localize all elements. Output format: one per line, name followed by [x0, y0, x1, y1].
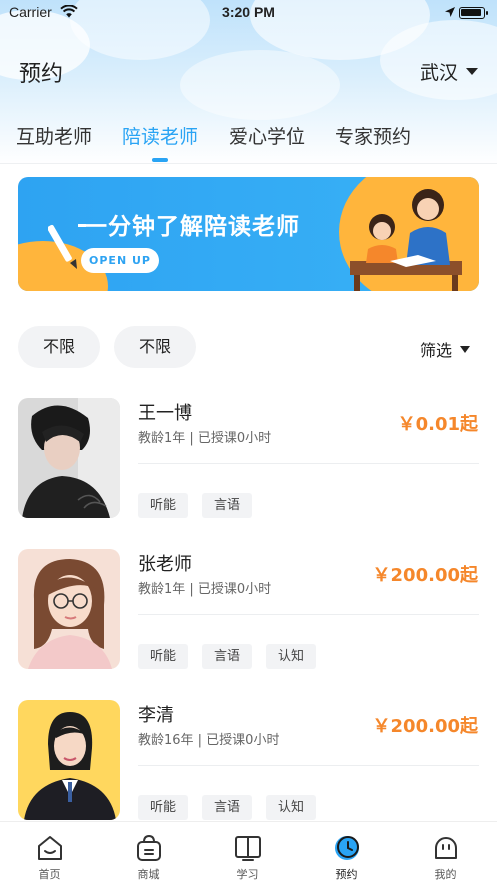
- tabbar-label: 预约: [335, 868, 358, 881]
- clock-icon: [335, 836, 359, 860]
- teacher-avatar: [18, 398, 120, 518]
- tab-active-indicator: [152, 158, 168, 162]
- filter-bar: 不限 不限 筛选: [0, 326, 497, 368]
- skill-tag: 言语: [202, 795, 253, 820]
- home-icon: [38, 836, 62, 860]
- teacher-price: ￥200.00起: [372, 716, 478, 737]
- skill-tag: 听能: [138, 644, 189, 669]
- tabbar-home[interactable]: 首页: [0, 822, 99, 883]
- skill-tag: 认知: [266, 795, 317, 820]
- tab-mutual-teacher[interactable]: 互助老师: [16, 122, 92, 149]
- battery-icon: [459, 7, 488, 19]
- book-icon: [235, 836, 261, 861]
- teacher-name: 张老师: [138, 554, 192, 575]
- tabbar-label: 首页: [38, 868, 61, 881]
- promo-banner[interactable]: 一分钟了解陪读老师 OPEN UP: [18, 177, 479, 291]
- teacher-price: ￥200.00起: [372, 565, 478, 586]
- location-arrow-icon: [445, 7, 455, 17]
- tabbar-study[interactable]: 学习: [198, 822, 297, 883]
- teacher-tags: 听能 言语: [138, 493, 253, 518]
- teacher-price: ￥0.01起: [397, 414, 478, 435]
- status-bar: Carrier 3:20 PM: [0, 0, 497, 26]
- teacher-meta: 教龄1年 | 已授课0小时: [138, 431, 272, 446]
- banner-title: 一分钟了解陪读老师: [84, 214, 300, 240]
- tab-companion-teacher[interactable]: 陪读老师: [122, 122, 198, 149]
- tabbar-profile[interactable]: 我的: [396, 822, 495, 883]
- teacher-tags: 听能 言语 认知: [138, 644, 317, 669]
- city-selector[interactable]: 武汉: [420, 58, 479, 85]
- teacher-avatar: [18, 700, 120, 820]
- teacher-name: 李清: [138, 705, 174, 726]
- teacher-card[interactable]: 王一博 教龄1年 | 已授课0小时 ￥0.01起 听能 言语: [0, 398, 497, 520]
- teacher-name: 王一博: [138, 403, 192, 424]
- teacher-meta: 教龄16年 | 已授课0小时: [138, 733, 280, 748]
- open-up-button[interactable]: OPEN UP: [81, 248, 159, 273]
- page-title: 预约: [19, 62, 64, 87]
- tabbar-label: 学习: [236, 868, 259, 881]
- shop-bag-icon: [137, 834, 161, 861]
- profile-face-icon: [435, 837, 457, 859]
- status-time: 3:20 PM: [222, 4, 275, 20]
- teacher-avatar: [18, 549, 120, 669]
- filter-button[interactable]: 筛选: [420, 337, 471, 361]
- skill-tag: 听能: [138, 493, 189, 518]
- tabbar-shop[interactable]: 商城: [99, 822, 198, 883]
- skill-tag: 认知: [266, 644, 317, 669]
- category-tabs: 互助老师 陪读老师 爱心学位 专家预约: [0, 118, 497, 164]
- skill-tag: 听能: [138, 795, 189, 820]
- tabbar-label: 我的: [434, 868, 457, 881]
- teacher-card[interactable]: 张老师 教龄1年 | 已授课0小时 ￥200.00起 听能 言语 认知: [0, 549, 497, 671]
- bottom-tab-bar: 首页 商城 学习 预约 我的: [0, 821, 497, 883]
- tabbar-label: 商城: [137, 868, 160, 881]
- reading-illustration: [350, 189, 462, 291]
- filter-chip-1[interactable]: 不限: [18, 326, 100, 368]
- skill-tag: 言语: [202, 493, 253, 518]
- tab-charity-seat[interactable]: 爱心学位: [229, 122, 305, 149]
- filter-label: 筛选: [420, 341, 453, 360]
- filter-chip-2[interactable]: 不限: [114, 326, 196, 368]
- teacher-tags: 听能 言语 认知: [138, 795, 317, 820]
- tab-expert-booking[interactable]: 专家预约: [335, 122, 411, 149]
- teacher-card[interactable]: 李清 教龄16年 | 已授课0小时 ￥200.00起 听能 言语 认知: [0, 700, 497, 822]
- city-label: 武汉: [420, 62, 459, 84]
- skill-tag: 言语: [202, 644, 253, 669]
- caret-down-icon: [466, 68, 479, 75]
- teacher-meta: 教龄1年 | 已授课0小时: [138, 582, 272, 597]
- tabbar-booking[interactable]: 预约: [297, 822, 396, 883]
- caret-down-icon: [460, 345, 471, 353]
